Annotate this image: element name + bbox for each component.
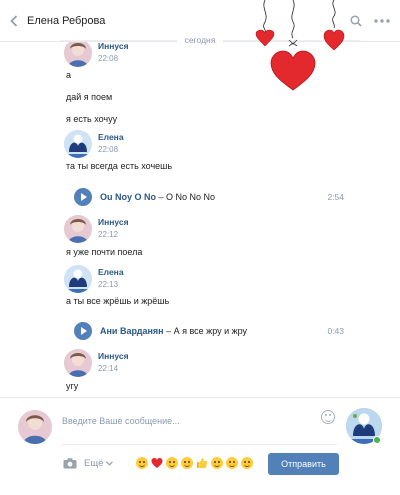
grinning-face-icon[interactable] <box>181 457 193 469</box>
audio-separator: – <box>156 192 167 202</box>
day-label: сегодня <box>176 35 224 45</box>
heart-eyes-face-icon[interactable] <box>166 457 178 469</box>
message-time: 22:08 <box>98 54 119 63</box>
audio-track: Ани Варданян – А я все жру и жру <box>100 326 247 336</box>
author-name[interactable]: Елена <box>98 267 124 277</box>
avatar[interactable] <box>64 215 92 243</box>
emoji-suggestions <box>136 457 253 469</box>
message-time: 22:14 <box>98 364 119 373</box>
message-time: 22:12 <box>98 230 119 239</box>
audio-artist[interactable]: Ou Noy O No <box>100 192 156 202</box>
heart-icon <box>255 0 275 47</box>
message-text: а <box>66 70 72 80</box>
emoji-icon[interactable] <box>321 410 335 424</box>
audio-artist[interactable]: Ани Варданян <box>100 326 164 336</box>
audio-title: O No No No <box>166 192 216 202</box>
chevron-left-icon <box>10 14 18 27</box>
message-text: дай я поем <box>66 92 113 102</box>
smile-face-icon[interactable] <box>241 457 253 469</box>
author-name[interactable]: Елена <box>98 132 124 142</box>
message-text: та ты всегда есть хочешь <box>66 161 173 171</box>
message-time: 22:13 <box>98 280 119 289</box>
play-icon[interactable] <box>74 188 92 206</box>
audio-duration: 2:54 <box>327 192 344 202</box>
more-dots-icon[interactable] <box>374 19 390 23</box>
composer-divider <box>62 444 337 445</box>
message-header: Елена 22:13 <box>64 265 124 293</box>
audio-attachment[interactable]: Ou Noy O No – O No No No 2:54 <box>74 187 344 207</box>
send-button[interactable]: Отправить <box>268 453 339 475</box>
heart-icon <box>270 0 316 91</box>
smirk-face-icon[interactable] <box>226 457 238 469</box>
message-time: 22:08 <box>98 145 119 154</box>
message-text: я есть хочуу <box>66 114 118 124</box>
laughing-face-icon[interactable] <box>136 457 148 469</box>
my-avatar[interactable] <box>18 410 52 444</box>
more-attachments-button[interactable]: Ещё <box>84 458 114 469</box>
grimacing-face-icon[interactable] <box>211 457 223 469</box>
audio-duration: 0:43 <box>327 326 344 336</box>
message-text: я уже почти поела <box>66 247 143 257</box>
avatar[interactable] <box>64 349 92 377</box>
camera-icon[interactable] <box>63 458 77 469</box>
audio-attachment[interactable]: Ани Варданян – А я все жру и жру 0:43 <box>74 321 344 341</box>
message-header: Иннуся 22:14 <box>64 349 129 377</box>
audio-track: Ou Noy O No – O No No No <box>100 192 215 202</box>
heart-icon <box>323 0 345 51</box>
message-header: Иннуся 22:12 <box>64 215 129 243</box>
message-text: угу <box>66 381 79 391</box>
author-name[interactable]: Иннуся <box>98 351 129 361</box>
audio-title: А я все жру и жру <box>173 326 248 336</box>
avatar[interactable] <box>64 265 92 293</box>
more-label: Ещё <box>84 458 104 469</box>
chat-title[interactable]: Елена Реброва <box>27 15 105 27</box>
heart-icon[interactable] <box>151 457 163 469</box>
play-icon[interactable] <box>74 322 92 340</box>
chevron-down-icon <box>106 461 114 466</box>
avatar[interactable] <box>64 130 92 158</box>
message-text: а ты все жрёшь и жрёшь <box>66 296 170 306</box>
message-composer: Введите Ваше сообщение... Ещё Отправить <box>0 397 400 495</box>
thumbs-up-icon[interactable] <box>196 457 208 469</box>
hanging-hearts-decoration <box>255 0 345 91</box>
author-name[interactable]: Иннуся <box>98 217 129 227</box>
message-header: Елена 22:08 <box>64 130 124 158</box>
online-indicator <box>373 436 381 444</box>
audio-separator: – <box>163 326 174 336</box>
message-input[interactable]: Введите Ваше сообщение... <box>62 416 322 426</box>
